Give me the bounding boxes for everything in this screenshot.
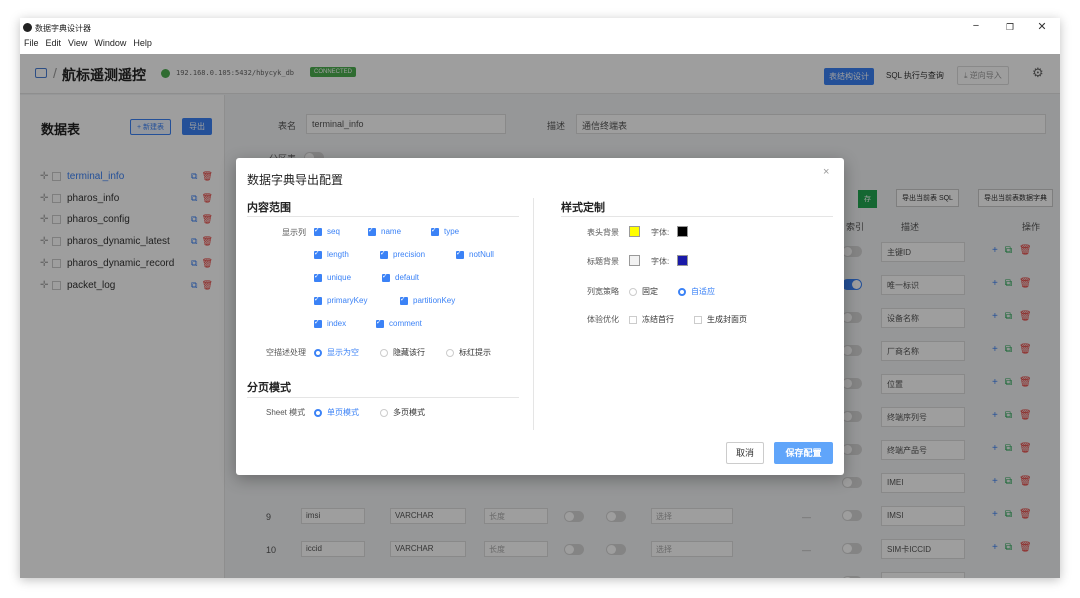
col-checkbox-name[interactable]: name <box>368 226 401 236</box>
paging-section-title: 分页模式 <box>247 382 291 394</box>
window-title: 数据字典设计器 <box>35 24 91 33</box>
title-font-label: 字体: <box>651 257 670 266</box>
export-config-dialog: 数据字典导出配置 × 内容范围 显示列 seq name type length… <box>236 158 844 475</box>
radio-single-page[interactable]: 单页模式 <box>314 407 359 418</box>
divider <box>247 216 519 217</box>
radio-multi-page[interactable]: 多页模式 <box>380 407 425 418</box>
col-checkbox-notnull[interactable]: notNull <box>456 249 494 259</box>
freeze-first-row-checkbox[interactable]: 冻结首行 <box>629 314 674 325</box>
col-checkbox-partitionkey[interactable]: partitionKey <box>400 295 455 305</box>
column-width-label: 列宽策略 <box>587 287 619 296</box>
menu-file[interactable]: File <box>24 38 39 52</box>
content-section-title: 内容范围 <box>247 202 291 214</box>
app-logo-icon <box>23 23 32 32</box>
title-bar: 数据字典设计器 − ❐ ✕ <box>20 18 1060 36</box>
col-checkbox-comment[interactable]: comment <box>376 318 422 328</box>
header-bg-label: 表头背景 <box>587 228 619 237</box>
divider <box>561 216 833 217</box>
header-font-label: 字体: <box>651 228 670 237</box>
radio-auto-width[interactable]: 自适应 <box>678 286 715 297</box>
style-section-title: 样式定制 <box>561 202 605 214</box>
col-checkbox-precision[interactable]: precision <box>380 249 425 259</box>
title-bg-color-swatch[interactable] <box>629 255 640 266</box>
header-font-color-swatch[interactable] <box>677 226 688 237</box>
cover-page-checkbox[interactable]: 生成封面页 <box>694 314 747 325</box>
col-checkbox-default[interactable]: default <box>382 272 419 282</box>
empty-desc-label: 空描述处理 <box>266 348 306 357</box>
radio-show-empty[interactable]: 显示为空 <box>314 347 359 358</box>
maximize-button[interactable]: ❐ <box>1000 22 1020 33</box>
close-icon[interactable]: × <box>823 166 829 178</box>
menu-window[interactable]: Window <box>94 38 126 52</box>
menu-bar: File Edit View Window Help <box>20 38 152 52</box>
column-divider <box>533 198 534 430</box>
col-checkbox-unique[interactable]: unique <box>314 272 351 282</box>
title-bg-label: 标题背景 <box>587 257 619 266</box>
cancel-button[interactable]: 取消 <box>726 442 764 464</box>
save-config-button[interactable]: 保存配置 <box>774 442 833 464</box>
col-checkbox-seq[interactable]: seq <box>314 226 340 236</box>
radio-highlight-red[interactable]: 标红提示 <box>446 347 491 358</box>
col-checkbox-type[interactable]: type <box>431 226 459 236</box>
menu-help[interactable]: Help <box>133 38 152 52</box>
col-checkbox-primarykey[interactable]: primaryKey <box>314 295 367 305</box>
divider <box>247 397 519 398</box>
close-window-button[interactable]: ✕ <box>1032 20 1052 33</box>
radio-hide-row[interactable]: 隐藏该行 <box>380 347 425 358</box>
minimize-button[interactable]: − <box>966 20 986 32</box>
menu-view[interactable]: View <box>68 38 87 52</box>
ux-label: 体验优化 <box>587 315 619 324</box>
menu-edit[interactable]: Edit <box>46 38 62 52</box>
col-checkbox-index[interactable]: index <box>314 318 346 328</box>
show-columns-label: 显示列 <box>282 228 306 237</box>
header-bg-color-swatch[interactable] <box>629 226 640 237</box>
radio-fixed-width[interactable]: 固定 <box>629 286 658 297</box>
col-checkbox-length[interactable]: length <box>314 249 349 259</box>
sheet-mode-label: Sheet 模式 <box>266 408 306 417</box>
title-font-color-swatch[interactable] <box>677 255 688 266</box>
dialog-title: 数据字典导出配置 <box>247 173 344 187</box>
